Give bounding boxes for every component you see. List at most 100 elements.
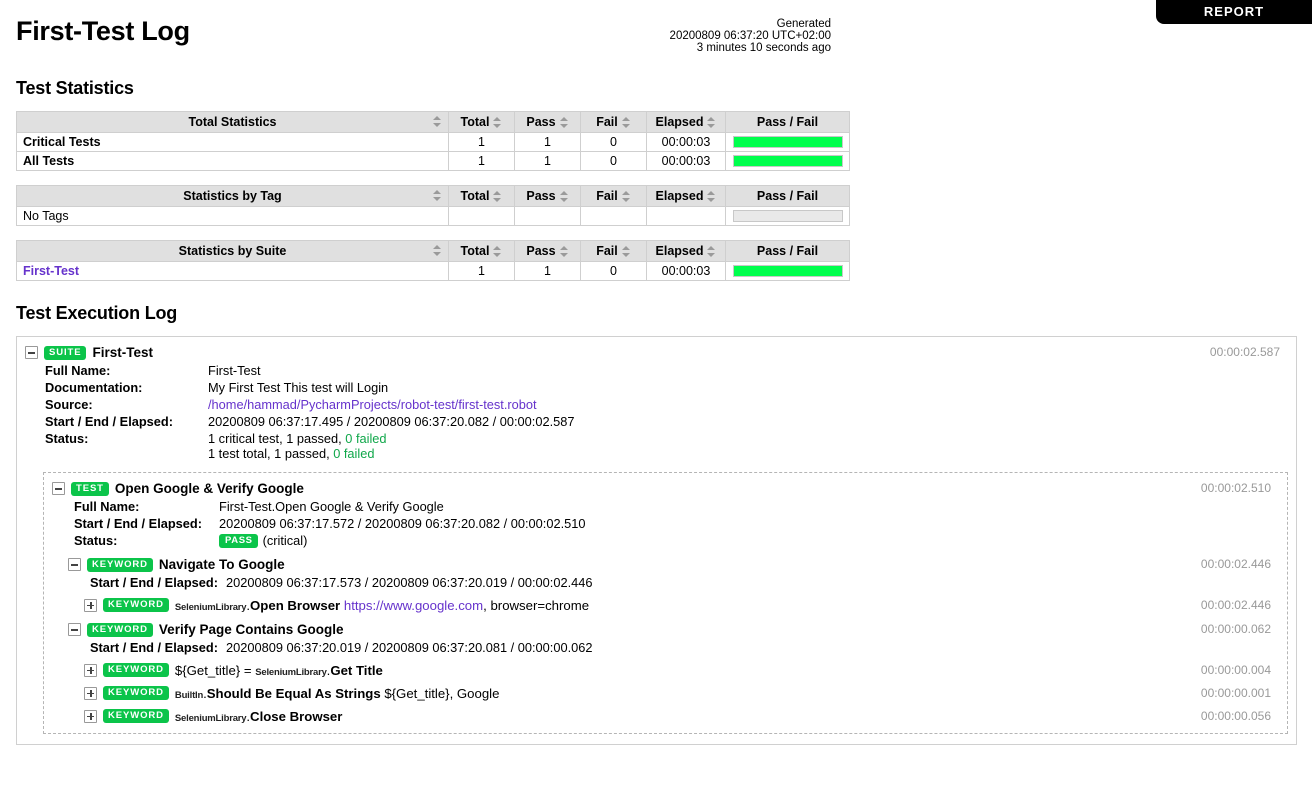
keyword-elapsed: 00:00:02.446 bbox=[1200, 598, 1271, 612]
sort-arrows-icon[interactable] bbox=[559, 191, 569, 202]
stats-col-header-fail[interactable]: Fail bbox=[580, 185, 647, 207]
stats-cell-fail bbox=[580, 206, 647, 226]
keyword-row-header[interactable]: KEYWORD SeleniumLibrary.Open Browser http… bbox=[84, 596, 1279, 614]
keyword-metadata: Start / End / Elapsed: 20200809 06:37:20.… bbox=[90, 639, 592, 656]
sort-arrows-icon[interactable] bbox=[707, 117, 716, 128]
status-line-critical: 1 critical test, 1 passed, 0 failed bbox=[208, 431, 574, 446]
keyword-header[interactable]: KEYWORD Verify Page Contains Google 00:00:… bbox=[68, 620, 1279, 639]
meta-key-documentation: Documentation: bbox=[45, 380, 143, 395]
stats-col-header-pass[interactable]: Pass bbox=[514, 185, 581, 207]
keyword-call-name: Open Browser bbox=[250, 597, 341, 613]
status-badge: PASS bbox=[219, 533, 258, 548]
stats-header-row: Statistics by Suite Total Pass Fail Elapsed P… bbox=[16, 240, 850, 262]
stats-col-header-elapsed[interactable]: Elapsed bbox=[646, 240, 726, 262]
status-criticality: (critical) bbox=[262, 533, 308, 548]
stats-col-header-elapsed[interactable]: Elapsed bbox=[646, 185, 726, 207]
stats-cell-pass: 1 bbox=[514, 261, 581, 281]
status-critical-text: 1 critical test, 1 passed, bbox=[208, 431, 346, 446]
stats-col-header-pass-fail: Pass / Fail bbox=[725, 185, 850, 207]
source-link[interactable]: /home/hammad/PycharmProjects/robot-test/… bbox=[208, 397, 537, 412]
stats-cell-pass: 1 bbox=[514, 132, 581, 152]
stats-col-header-total[interactable]: Total bbox=[448, 111, 515, 133]
keyword-badge: KEYWORD bbox=[87, 557, 153, 572]
suite-stats-link[interactable]: First-Test bbox=[23, 264, 79, 278]
pass-fail-bar bbox=[732, 265, 843, 277]
pass-fail-bar bbox=[732, 155, 843, 167]
generated-timestamp: 20200809 06:37:20 UTC+02:00 bbox=[669, 30, 831, 42]
expand-toggle-icon[interactable] bbox=[84, 686, 97, 700]
stats-col-header-pass[interactable]: Pass bbox=[514, 111, 581, 133]
stats-row-name: All Tests bbox=[16, 151, 449, 171]
sort-arrows-icon[interactable] bbox=[621, 191, 631, 202]
keyword-header[interactable]: KEYWORD Navigate To Google 00:00:02.446 bbox=[68, 555, 1279, 574]
stats-col-header-total[interactable]: Total bbox=[448, 240, 515, 262]
meta-row-times: Start / End / Elapsed: 20200809 06:37:17… bbox=[45, 413, 574, 430]
generated-info: Generated 20200809 06:37:20 UTC+02:00 3 … bbox=[670, 18, 831, 54]
expand-toggle-icon[interactable] bbox=[84, 598, 97, 612]
execution-log-container: SUITE First-Test 00:00:02.587 Full Name:… bbox=[16, 336, 1297, 745]
sort-arrows-icon[interactable] bbox=[433, 190, 442, 201]
expand-toggle-icon[interactable] bbox=[84, 663, 97, 677]
meta-key-status: Status: bbox=[45, 431, 89, 446]
sort-arrows-icon[interactable] bbox=[559, 246, 569, 257]
keyword-block: KEYWORD Navigate To Google 00:00:02.446 Sta… bbox=[68, 555, 1279, 614]
keyword-arguments: , browser=chrome bbox=[483, 597, 590, 613]
keyword-argument-link[interactable]: https://www.google.com bbox=[344, 598, 483, 613]
meta-key-source: Source: bbox=[45, 397, 93, 412]
stats-cell-pass-fail-bar bbox=[725, 206, 850, 226]
sort-arrows-icon[interactable] bbox=[707, 246, 716, 257]
meta-row-status: Status: 1 critical test, 1 passed, 0 fai… bbox=[45, 430, 574, 462]
stats-cell-pass-fail-bar bbox=[725, 151, 850, 171]
meta-row-status: Status: PASS (critical) bbox=[74, 532, 585, 549]
sort-arrows-icon[interactable] bbox=[493, 191, 502, 202]
suite-name: First-Test bbox=[92, 345, 153, 360]
stats-cell-total: 1 bbox=[448, 261, 515, 281]
stats-col-name-header[interactable]: Statistics by Tag bbox=[16, 185, 449, 207]
collapse-toggle-icon[interactable] bbox=[68, 558, 81, 571]
meta-value-times: 20200809 06:37:20.019 / 20200809 06:37:2… bbox=[226, 640, 593, 655]
stats-col-header-fail[interactable]: Fail bbox=[580, 240, 647, 262]
stats-col-name-header[interactable]: Total Statistics bbox=[16, 111, 449, 133]
sort-arrows-icon[interactable] bbox=[433, 116, 442, 127]
keyword-call-text: ${Get_title} = SeleniumLibrary.Get Title bbox=[175, 663, 383, 678]
stats-row-name: No Tags bbox=[16, 206, 449, 226]
stats-cell-fail: 0 bbox=[580, 151, 647, 171]
stats-col-header-elapsed[interactable]: Elapsed bbox=[646, 111, 726, 133]
stats-col-header-fail[interactable]: Fail bbox=[580, 111, 647, 133]
test-header[interactable]: TEST Open Google & Verify Google 00:00:0… bbox=[52, 479, 1279, 498]
stats-col-header-pass[interactable]: Pass bbox=[514, 240, 581, 262]
stats-row: First-Test 1 1 0 00:00:03 bbox=[16, 261, 850, 281]
stats-row-name[interactable]: First-Test bbox=[16, 261, 449, 281]
collapse-toggle-icon[interactable] bbox=[25, 346, 38, 359]
sort-arrows-icon[interactable] bbox=[559, 117, 569, 128]
keyword-row-header[interactable]: KEYWORD BuiltIn.Should Be Equal As String… bbox=[84, 684, 1279, 702]
keyword-row-header[interactable]: KEYWORD ${Get_title} = SeleniumLibrary.Ge… bbox=[84, 661, 1279, 679]
sort-arrows-icon[interactable] bbox=[621, 246, 631, 257]
stats-cell-pass-fail-bar bbox=[725, 132, 850, 152]
sort-arrows-icon[interactable] bbox=[493, 117, 502, 128]
stats-table: Statistics by Suite Total Pass Fail Elapsed P… bbox=[16, 240, 850, 281]
pass-fail-bar bbox=[732, 136, 843, 148]
stats-header-row: Statistics by Tag Total Pass Fail Elapsed Pas… bbox=[16, 185, 850, 207]
stats-col-name-header[interactable]: Statistics by Suite bbox=[16, 240, 449, 262]
suite-header[interactable]: SUITE First-Test 00:00:02.587 bbox=[25, 343, 1288, 362]
sort-arrows-icon[interactable] bbox=[493, 246, 502, 257]
collapse-toggle-icon[interactable] bbox=[52, 482, 65, 495]
sort-arrows-icon[interactable] bbox=[433, 245, 442, 256]
meta-value-status: PASS (critical) bbox=[219, 532, 585, 549]
keyword-name: Navigate To Google bbox=[158, 557, 285, 572]
keyword-elapsed: 00:00:00.062 bbox=[1200, 622, 1271, 636]
keyword-row-header[interactable]: KEYWORD SeleniumLibrary.Close Browser 00:0… bbox=[84, 707, 1279, 725]
meta-key-times: Start / End / Elapsed: bbox=[90, 575, 218, 590]
meta-value-source-cell: /home/hammad/PycharmProjects/robot-test/… bbox=[208, 396, 574, 413]
meta-value-times: 20200809 06:37:17.573 / 20200809 06:37:2… bbox=[226, 575, 593, 590]
test-metadata: Full Name: First-Test.Open Google & Veri… bbox=[74, 498, 585, 549]
meta-row-times: Start / End / Elapsed: 20200809 06:37:20.… bbox=[90, 639, 592, 656]
collapse-toggle-icon[interactable] bbox=[68, 623, 81, 636]
sort-arrows-icon[interactable] bbox=[621, 117, 631, 128]
stats-col-header-total[interactable]: Total bbox=[448, 185, 515, 207]
test-name: Open Google & Verify Google bbox=[114, 481, 304, 496]
test-execution-log-heading: Test Execution Log bbox=[16, 303, 178, 323]
sort-arrows-icon[interactable] bbox=[707, 191, 716, 202]
expand-toggle-icon[interactable] bbox=[84, 709, 97, 723]
